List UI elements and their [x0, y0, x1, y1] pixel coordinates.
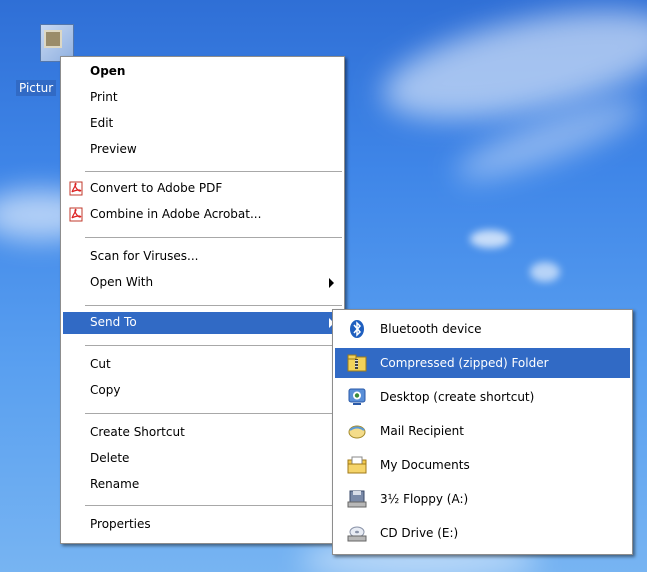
desktop-file-label[interactable]: Pictur [16, 80, 57, 96]
menu-item-cut[interactable]: Cut [63, 354, 342, 376]
submenu-item-label: Desktop (create shortcut) [380, 390, 535, 404]
submenu-item-label: My Documents [380, 458, 470, 472]
send-to-compressed-zipped-folder[interactable]: Compressed (zipped) Folder [335, 348, 630, 378]
cloud [530, 262, 560, 282]
context-menu: Open Print Edit Preview Convert to Adobe… [60, 56, 345, 544]
menu-item-edit[interactable]: Edit [63, 113, 342, 135]
menu-item-label: Rename [90, 477, 140, 491]
menu-item-send-to[interactable]: Send To [63, 312, 342, 334]
picture-thumbnail [44, 30, 62, 48]
submenu-item-label: Mail Recipient [380, 424, 464, 438]
submenu-arrow-icon [329, 278, 334, 288]
send-to-floppy-drive[interactable]: 3½ Floppy (A:) [335, 484, 630, 514]
menu-item-label: Delete [90, 451, 130, 465]
menu-item-properties[interactable]: Properties [63, 514, 342, 536]
menu-separator [85, 505, 342, 506]
cloud [470, 230, 510, 248]
menu-item-rename[interactable]: Rename [63, 474, 342, 496]
send-to-submenu: Bluetooth device Compressed (zipped) Fol… [332, 309, 633, 555]
send-to-my-documents[interactable]: My Documents [335, 450, 630, 480]
menu-item-label: Open With [90, 275, 154, 289]
zip-folder-icon [347, 354, 367, 372]
send-to-bluetooth-device[interactable]: Bluetooth device [335, 314, 630, 344]
submenu-item-label: Compressed (zipped) Folder [380, 356, 549, 370]
menu-item-label: Convert to Adobe PDF [90, 181, 223, 195]
send-to-mail-recipient[interactable]: Mail Recipient [335, 416, 630, 446]
menu-item-copy[interactable]: Copy [63, 380, 342, 402]
adobe-pdf-icon [69, 207, 83, 222]
send-to-cd-drive[interactable]: CD Drive (E:) [335, 518, 630, 548]
menu-item-label: Edit [90, 116, 114, 130]
menu-item-scan-for-viruses[interactable]: Scan for Viruses... [63, 246, 342, 268]
menu-item-label: Send To [90, 315, 137, 329]
menu-item-label: Preview [90, 142, 137, 156]
menu-item-label: Properties [90, 517, 151, 531]
menu-item-label: Copy [90, 383, 121, 397]
menu-item-label: Print [90, 90, 118, 104]
menu-item-open[interactable]: Open [63, 61, 342, 83]
menu-separator [85, 237, 342, 238]
menu-separator [85, 305, 342, 306]
menu-item-label: Cut [90, 357, 111, 371]
menu-item-open-with[interactable]: Open With [63, 272, 342, 294]
menu-item-preview[interactable]: Preview [63, 139, 342, 161]
cd-drive-icon [347, 526, 367, 542]
menu-separator [85, 171, 342, 172]
menu-item-print[interactable]: Print [63, 87, 342, 109]
my-documents-icon [347, 456, 367, 474]
adobe-pdf-icon [69, 181, 83, 196]
submenu-item-label: 3½ Floppy (A:) [380, 492, 469, 506]
menu-separator [85, 345, 342, 346]
send-to-desktop-create-shortcut[interactable]: Desktop (create shortcut) [335, 382, 630, 412]
bluetooth-icon [350, 320, 364, 338]
desktop-icon [348, 388, 366, 405]
menu-item-create-shortcut[interactable]: Create Shortcut [63, 422, 342, 444]
menu-item-combine-in-adobe-acrobat[interactable]: Combine in Adobe Acrobat... [63, 204, 342, 226]
submenu-item-label: CD Drive (E:) [380, 526, 459, 540]
menu-item-convert-to-adobe-pdf[interactable]: Convert to Adobe PDF [63, 178, 342, 200]
menu-item-label: Scan for Viruses... [90, 249, 199, 263]
menu-item-label: Create Shortcut [90, 425, 185, 439]
mail-icon [348, 425, 366, 439]
menu-item-delete[interactable]: Delete [63, 448, 342, 470]
menu-separator [85, 413, 342, 414]
submenu-item-label: Bluetooth device [380, 322, 482, 336]
menu-item-label: Combine in Adobe Acrobat... [90, 207, 262, 221]
menu-item-label: Open [90, 64, 126, 78]
floppy-drive-icon [347, 490, 367, 508]
